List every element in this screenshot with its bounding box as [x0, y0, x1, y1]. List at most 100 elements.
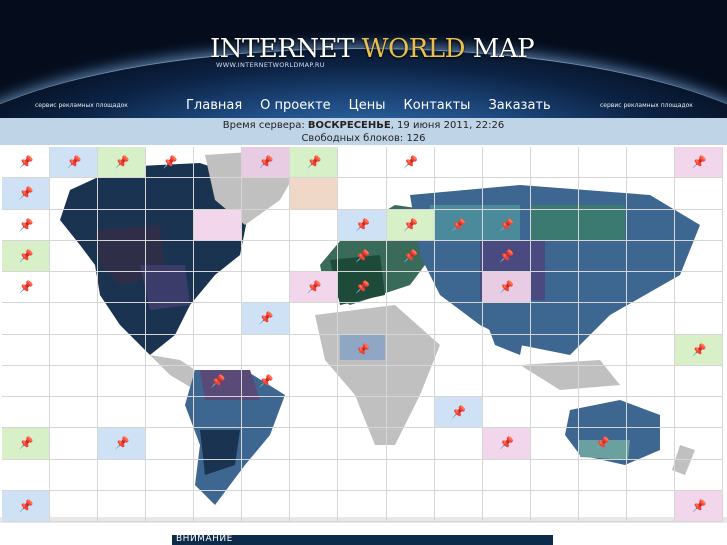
grid-cell[interactable]: 📌 [2, 178, 51, 210]
grid-cell[interactable] [194, 397, 243, 429]
grid-cell[interactable] [2, 303, 51, 335]
grid-cell[interactable] [50, 459, 99, 491]
grid-cell[interactable] [50, 272, 99, 304]
grid-cell[interactable] [626, 365, 675, 397]
pushpin-icon[interactable]: 📌 [355, 343, 370, 357]
grid-cell[interactable]: 📌 [338, 334, 387, 366]
grid-cell[interactable] [290, 459, 339, 491]
grid-cell[interactable] [482, 147, 531, 179]
grid-cell[interactable]: 📌 [194, 365, 243, 397]
grid-cell[interactable] [50, 303, 99, 335]
grid-cell[interactable]: 📌 [2, 209, 51, 241]
grid-cell[interactable] [194, 303, 243, 335]
grid-cell[interactable] [386, 272, 435, 304]
grid-cell[interactable] [626, 490, 675, 522]
grid-cell[interactable] [386, 334, 435, 366]
grid-cell[interactable] [578, 272, 627, 304]
grid-cell[interactable]: 📌 [2, 147, 51, 179]
grid-cell[interactable] [434, 365, 483, 397]
grid-cell[interactable] [386, 397, 435, 429]
grid-cell[interactable] [98, 459, 147, 491]
grid-cell[interactable] [674, 459, 723, 491]
grid-cell[interactable]: 📌 [2, 240, 51, 272]
grid-cell[interactable] [146, 209, 195, 241]
pushpin-icon[interactable]: 📌 [499, 218, 514, 232]
grid-cell[interactable] [194, 209, 243, 241]
grid-cell[interactable] [2, 334, 51, 366]
grid-cell[interactable]: 📌 [482, 209, 531, 241]
grid-cell[interactable]: 📌 [242, 147, 291, 179]
grid-cell[interactable] [290, 428, 339, 460]
grid-cell[interactable] [50, 365, 99, 397]
grid-cell[interactable]: 📌 [98, 428, 147, 460]
grid-cell[interactable] [194, 240, 243, 272]
grid-cell[interactable] [146, 303, 195, 335]
grid-cell[interactable] [482, 490, 531, 522]
pushpin-icon[interactable]: 📌 [403, 249, 418, 263]
pushpin-icon[interactable]: 📌 [691, 343, 706, 357]
grid-cell[interactable] [674, 178, 723, 210]
grid-cell[interactable]: 📌 [482, 428, 531, 460]
pushpin-icon[interactable]: 📌 [691, 499, 706, 513]
grid-cell[interactable] [578, 365, 627, 397]
grid-cell[interactable] [578, 334, 627, 366]
grid-cell[interactable] [626, 178, 675, 210]
pushpin-icon[interactable]: 📌 [355, 218, 370, 232]
grid-cell[interactable]: 📌 [386, 147, 435, 179]
grid-cell[interactable] [530, 397, 579, 429]
pushpin-icon[interactable]: 📌 [211, 374, 226, 388]
grid-cell[interactable] [50, 490, 99, 522]
grid-cell[interactable] [530, 272, 579, 304]
grid-cell[interactable] [530, 334, 579, 366]
nav-contacts[interactable]: Контакты [404, 98, 471, 113]
grid-cell[interactable]: 📌 [482, 240, 531, 272]
grid-cell[interactable] [386, 490, 435, 522]
grid-cell[interactable] [434, 178, 483, 210]
grid-cell[interactable] [434, 272, 483, 304]
grid-cell[interactable] [50, 397, 99, 429]
grid-cell[interactable] [386, 428, 435, 460]
grid-cell[interactable] [290, 178, 339, 210]
grid-cell[interactable] [338, 397, 387, 429]
grid-cell[interactable] [626, 428, 675, 460]
grid-cell[interactable] [194, 334, 243, 366]
grid-cell[interactable] [626, 397, 675, 429]
pushpin-icon[interactable]: 📌 [19, 280, 34, 294]
pushpin-icon[interactable]: 📌 [499, 436, 514, 450]
grid-cell[interactable] [146, 397, 195, 429]
grid-cell[interactable] [290, 397, 339, 429]
grid-cell[interactable] [578, 147, 627, 179]
pushpin-icon[interactable]: 📌 [403, 155, 418, 169]
grid-cell[interactable] [626, 209, 675, 241]
grid-cell[interactable] [242, 272, 291, 304]
grid-cell[interactable] [434, 147, 483, 179]
pushpin-icon[interactable]: 📌 [691, 155, 706, 169]
grid-cell[interactable] [482, 397, 531, 429]
grid-cell[interactable] [2, 459, 51, 491]
grid-cell[interactable] [434, 490, 483, 522]
grid-cell[interactable] [98, 178, 147, 210]
grid-cell[interactable]: 📌 [146, 147, 195, 179]
grid-cell[interactable]: 📌 [2, 428, 51, 460]
grid-cell[interactable] [578, 459, 627, 491]
grid-cell[interactable] [386, 303, 435, 335]
pushpin-icon[interactable]: 📌 [259, 155, 274, 169]
grid-cell[interactable] [338, 428, 387, 460]
grid-cell[interactable]: 📌 [2, 490, 51, 522]
pushpin-icon[interactable]: 📌 [19, 186, 34, 200]
grid-cell[interactable]: 📌 [674, 147, 723, 179]
grid-cell[interactable]: 📌 [578, 428, 627, 460]
pushpin-icon[interactable]: 📌 [499, 249, 514, 263]
grid-cell[interactable] [338, 178, 387, 210]
grid-cell[interactable] [386, 178, 435, 210]
pushpin-icon[interactable]: 📌 [355, 280, 370, 294]
pushpin-icon[interactable]: 📌 [115, 155, 130, 169]
grid-cell[interactable] [530, 459, 579, 491]
grid-cell[interactable]: 📌 [482, 272, 531, 304]
grid-cell[interactable] [146, 428, 195, 460]
grid-cell[interactable] [146, 240, 195, 272]
pushpin-icon[interactable]: 📌 [19, 249, 34, 263]
nav-home[interactable]: Главная [186, 98, 242, 113]
grid-cell[interactable] [98, 490, 147, 522]
grid-cell[interactable] [194, 147, 243, 179]
